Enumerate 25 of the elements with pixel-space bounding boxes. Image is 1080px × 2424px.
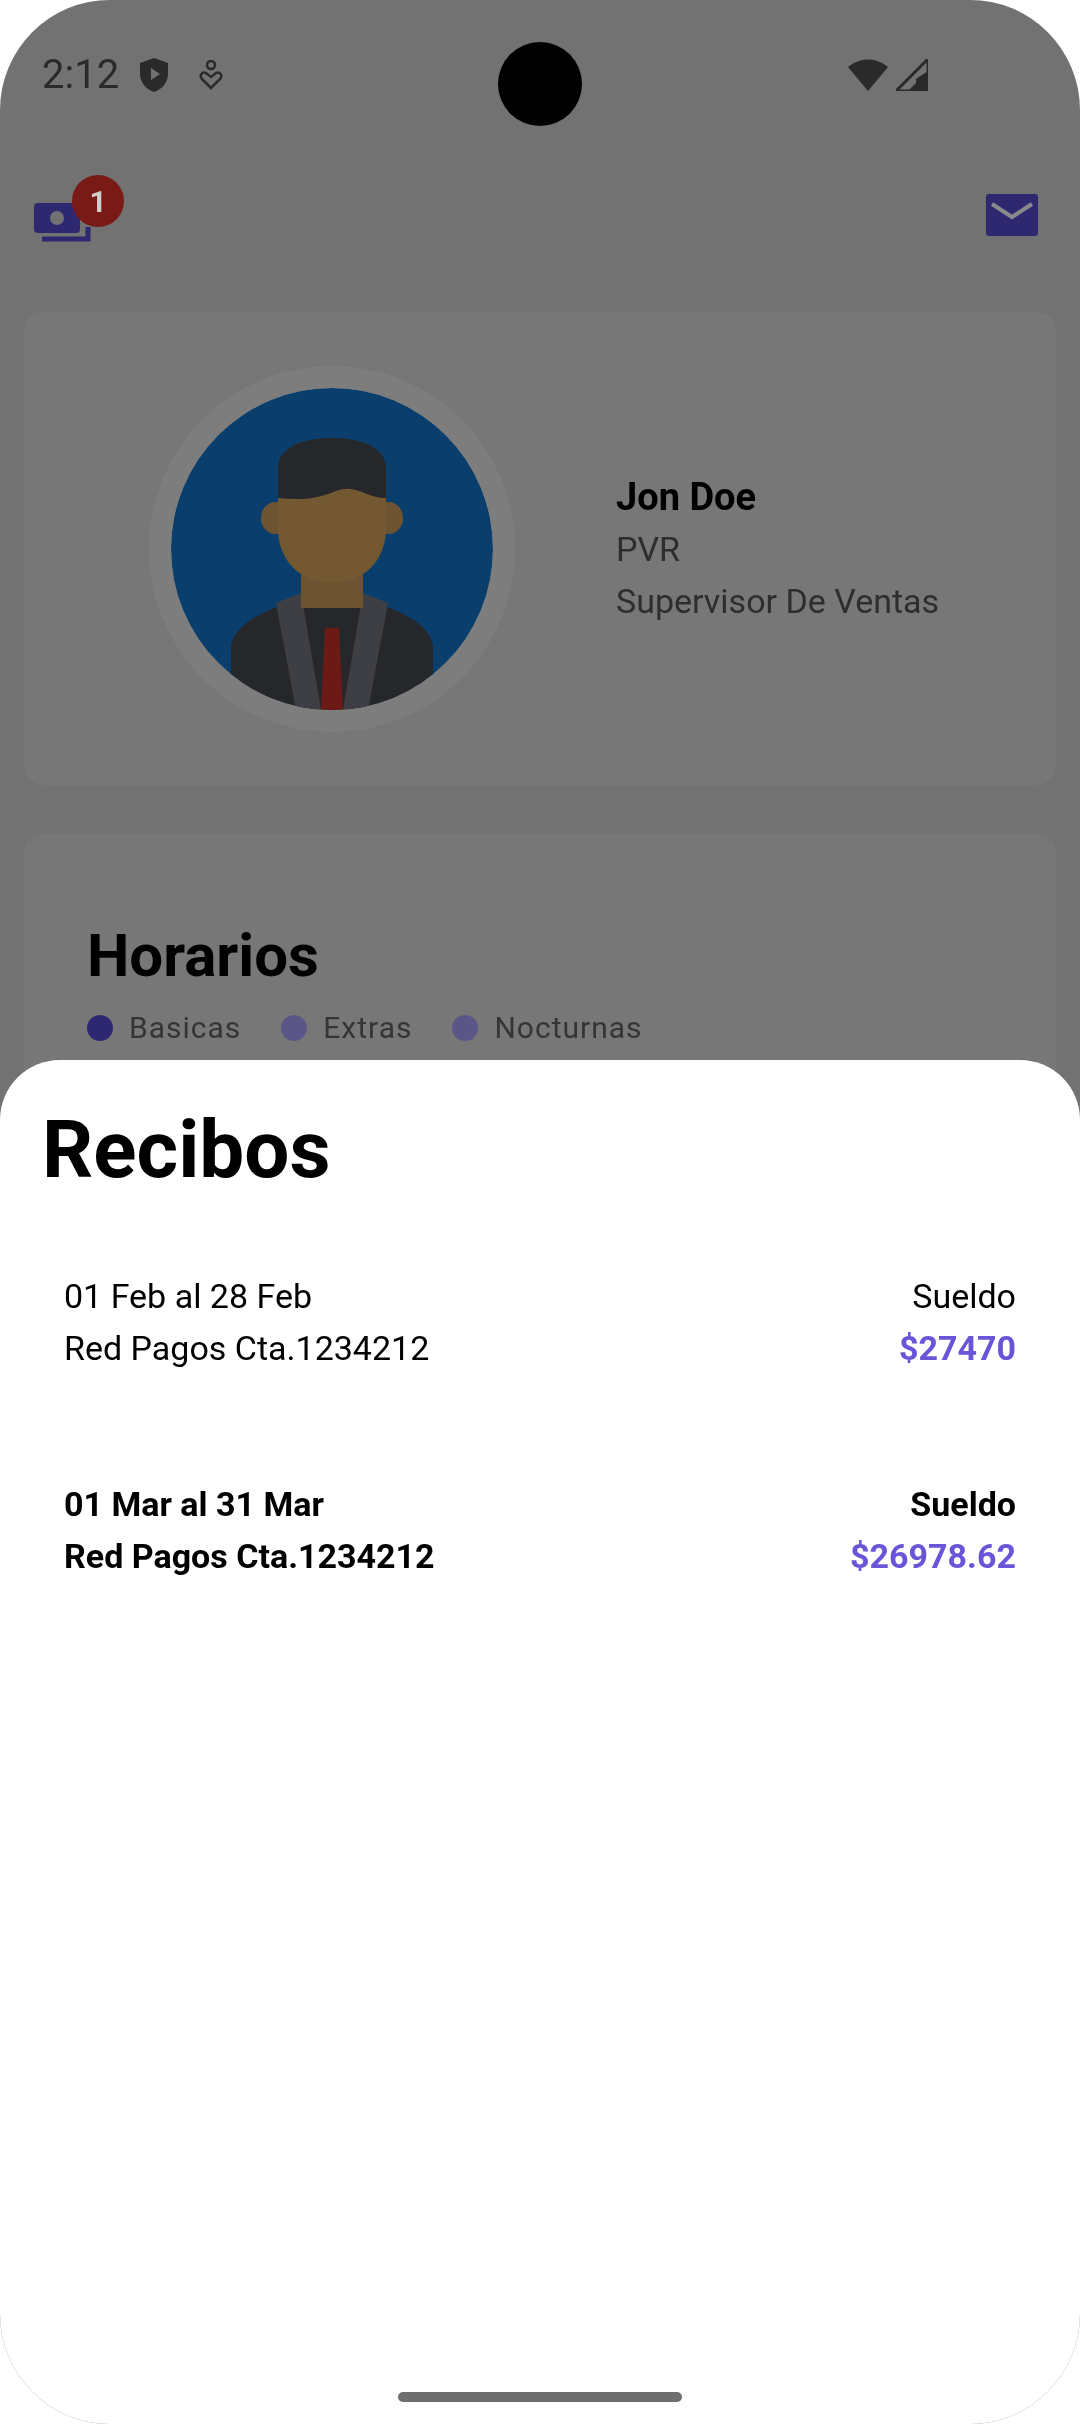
receipt-item[interactable]: 01 Mar al 31 Mar Red Pagos Cta.1234212 Sueldo $26978.62 — [64, 1478, 1016, 1582]
sheet-title: Recibos — [42, 1102, 332, 1199]
profile-code: PVR — [616, 527, 682, 571]
legend-label: Nocturnas — [494, 1009, 643, 1047]
receipt-type: Sueldo — [910, 1483, 1016, 1526]
legend-label: Basicas — [129, 1009, 242, 1047]
wifi-icon — [848, 59, 888, 91]
receipt-account: Red Pagos Cta.1234212 — [64, 1327, 430, 1370]
receipt-account: Red Pagos Cta.1234212 — [64, 1535, 435, 1578]
legend-label: Extras — [323, 1009, 413, 1047]
shield-play-icon — [139, 57, 170, 93]
heart-person-icon — [199, 60, 224, 90]
profile-role: Supervisor De Ventas — [616, 579, 940, 623]
schedule-title: Horarios — [87, 921, 320, 991]
receipt-amount: $27470 — [898, 1327, 1016, 1370]
receipt-amount: $26978.62 — [850, 1535, 1016, 1578]
receipt-period: 01 Mar al 31 Mar — [64, 1483, 325, 1526]
mail-icon[interactable] — [986, 194, 1038, 236]
notification-badge: 1 — [72, 175, 124, 227]
receipt-period: 01 Feb al 28 Feb — [64, 1275, 314, 1318]
receipt-item[interactable]: 01 Feb al 28 Feb Red Pagos Cta.1234212 Sueldo $27470 — [64, 1270, 1016, 1374]
profile-name: Jon Doe — [616, 473, 758, 521]
receipt-type: Sueldo — [912, 1275, 1016, 1318]
signal-icon — [896, 59, 928, 91]
status-time: 2:12 — [42, 50, 120, 100]
